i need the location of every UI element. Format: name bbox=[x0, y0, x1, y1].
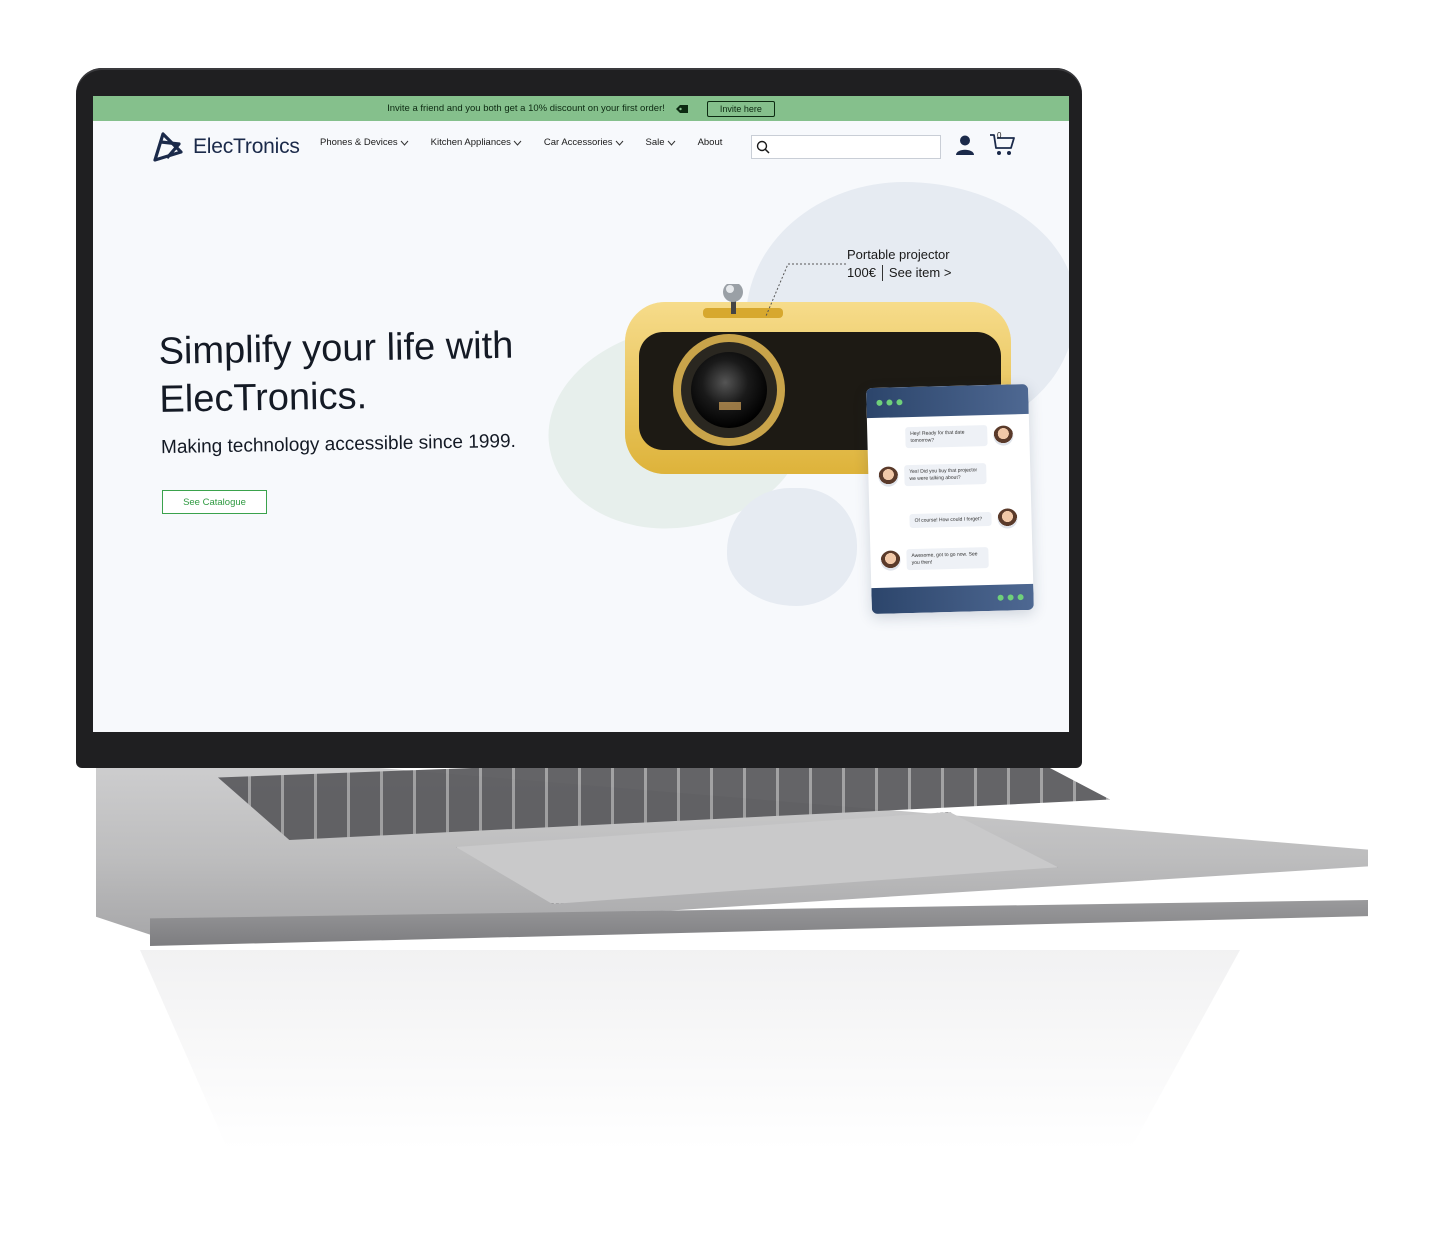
hero-title: Simplify your life with ElecTronics. bbox=[158, 324, 514, 421]
nav-item-label: About bbox=[697, 137, 723, 148]
nav-item-label: Phones & Devices bbox=[320, 137, 398, 148]
nav-item-car-accessories[interactable]: Car Accessories bbox=[544, 137, 624, 148]
search-icon[interactable] bbox=[756, 140, 770, 154]
chevron-down-icon bbox=[615, 140, 623, 146]
brand-logo[interactable]: ElecTronics bbox=[151, 130, 300, 164]
shopping-cart-icon[interactable] bbox=[989, 132, 1017, 158]
chat-message: Awesome, got to go now. See you then! bbox=[880, 547, 989, 571]
product-name: Portable projector bbox=[847, 247, 950, 262]
chat-bubble: Of course! How could I forget? bbox=[909, 511, 992, 529]
avatar bbox=[880, 549, 901, 571]
hero-subtitle: Making technology accessible since 1999. bbox=[160, 430, 517, 459]
user-account-icon[interactable] bbox=[955, 134, 975, 156]
window-dot-icon bbox=[876, 399, 883, 406]
promo-bar: Invite a friend and you both get a 10% d… bbox=[93, 96, 1069, 121]
decorative-blob bbox=[727, 488, 857, 606]
table-reflection bbox=[140, 950, 1240, 1150]
see-item-link[interactable]: See item > bbox=[889, 264, 952, 282]
chevron-down-icon bbox=[667, 140, 675, 146]
chat-message: Hey! Ready for that date tomorrow? bbox=[905, 424, 1014, 449]
window-dot-icon bbox=[1007, 594, 1014, 601]
nav-item-kitchen-appliances[interactable]: Kitchen Appliances bbox=[431, 137, 522, 148]
cart-count-badge: 0 bbox=[997, 131, 1002, 140]
brand-logo-icon bbox=[153, 132, 183, 162]
search-bar bbox=[751, 135, 941, 159]
nav-item-sale[interactable]: Sale bbox=[646, 137, 676, 148]
chevron-down-icon bbox=[513, 140, 522, 146]
window-dot-icon bbox=[896, 399, 903, 406]
chat-bubble: Yes! Did you buy that projector we were … bbox=[904, 463, 987, 487]
promo-text: Invite a friend and you both get a 10% d… bbox=[387, 103, 665, 114]
nav-item-label: Car Accessories bbox=[543, 137, 613, 148]
chat-bubble: Awesome, got to go now. See you then! bbox=[906, 547, 989, 571]
nav-item-label: Kitchen Appliances bbox=[430, 137, 511, 148]
chat-header bbox=[866, 383, 1029, 419]
nav-menu: Phones & Devices Kitchen Appliances Car … bbox=[320, 137, 722, 148]
chat-message: Yes! Did you buy that projector we were … bbox=[878, 463, 987, 487]
invite-button[interactable]: Invite here bbox=[706, 100, 775, 117]
product-price: 100€ bbox=[847, 265, 876, 280]
product-callout[interactable]: Portable projector 100€ See item > bbox=[847, 246, 951, 282]
brand-name: ElecTronics bbox=[193, 135, 300, 158]
main-navbar: ElecTronics Phones & Devices Kitchen App… bbox=[93, 122, 1069, 172]
avatar bbox=[878, 465, 899, 487]
callout-leader-line bbox=[765, 263, 846, 317]
nav-item-label: Sale bbox=[645, 137, 665, 148]
search-input[interactable] bbox=[774, 137, 938, 157]
chat-window: Hey! Ready for that date tomorrow? Yes! … bbox=[866, 383, 1034, 615]
window-dot-icon bbox=[997, 594, 1004, 601]
avatar bbox=[997, 508, 1018, 529]
chat-bubble: Hey! Ready for that date tomorrow? bbox=[905, 425, 988, 449]
chat-message: Of course! How could I forget? bbox=[909, 508, 1018, 531]
nav-item-about[interactable]: About bbox=[698, 137, 723, 148]
divider bbox=[881, 265, 883, 281]
chevron-down-icon bbox=[400, 140, 409, 146]
tag-icon bbox=[675, 104, 688, 113]
avatar bbox=[993, 424, 1014, 446]
laptop-screen: Invite a friend and you both get a 10% d… bbox=[93, 96, 1069, 732]
window-dot-icon bbox=[886, 399, 893, 406]
nav-item-phones-devices[interactable]: Phones & Devices bbox=[320, 137, 409, 148]
see-catalogue-button[interactable]: See Catalogue bbox=[162, 490, 267, 514]
window-dot-icon bbox=[1017, 594, 1024, 601]
chat-footer bbox=[871, 583, 1034, 615]
